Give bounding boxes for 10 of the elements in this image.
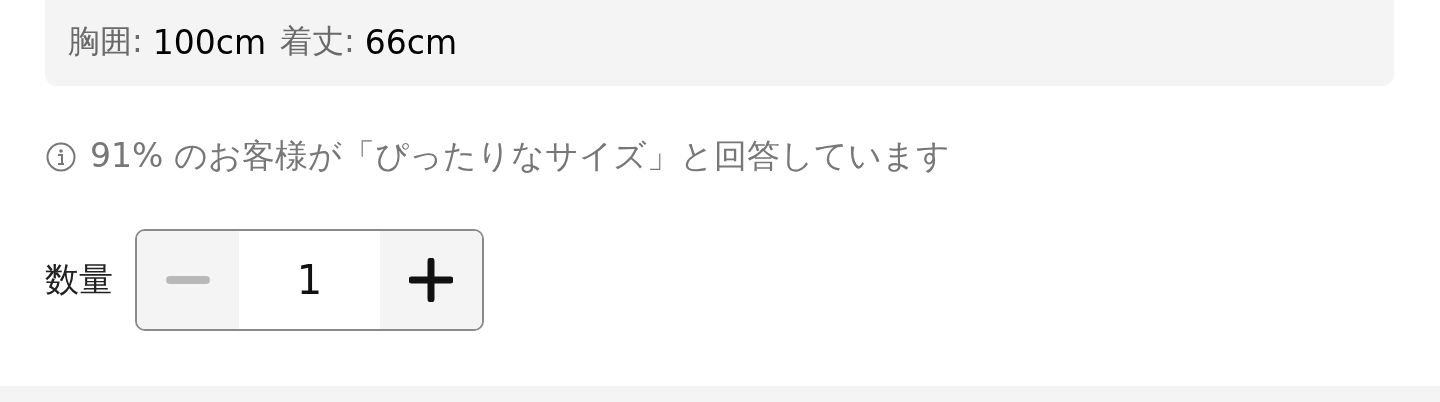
measurement-label: 胸囲: [68,21,143,62]
measurement-value: 100cm [152,22,267,62]
measurement-label: 着丈: [280,21,355,62]
measurement-value: 66cm [364,22,458,62]
minus-icon [166,276,210,284]
plus-icon [409,258,453,302]
fit-note: 91% のお客様が「ぴったりなサイズ」と回答しています [90,135,950,177]
quantity-label: 数量 [45,258,113,301]
info-icon [46,141,76,172]
increase-button[interactable] [380,231,482,329]
